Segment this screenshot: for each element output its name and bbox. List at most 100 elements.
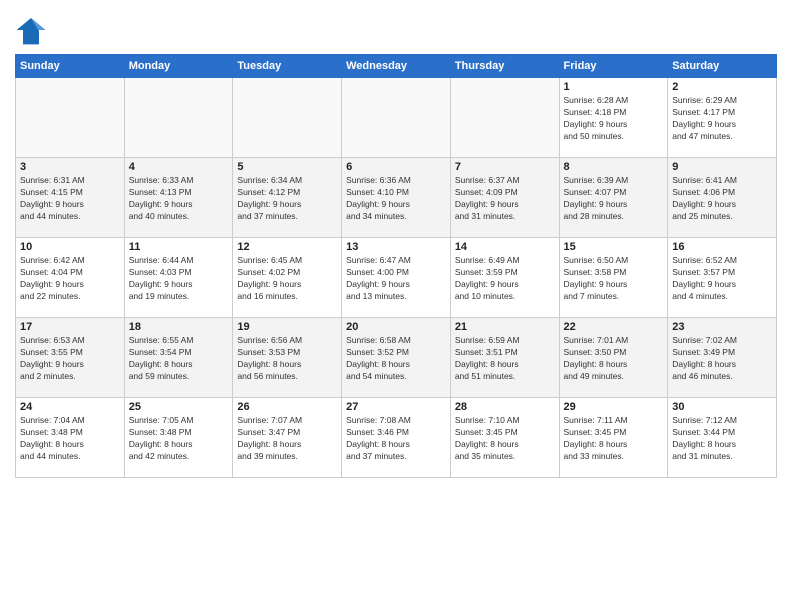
day-cell: 19 Sunrise: 6:56 AM Sunset: 3:53 PM Dayli… (233, 318, 342, 398)
day-number: 13 (346, 241, 446, 253)
week-row-3: 10 Sunrise: 6:42 AM Sunset: 4:04 PM Dayli… (16, 238, 777, 318)
day-info: Sunrise: 6:45 AM Sunset: 4:02 PM Dayligh… (237, 255, 337, 303)
day-cell: 30 Sunrise: 7:12 AM Sunset: 3:44 PM Dayli… (668, 398, 777, 478)
day-number: 19 (237, 321, 337, 333)
day-info: Sunrise: 6:42 AM Sunset: 4:04 PM Dayligh… (20, 255, 120, 303)
day-info: Sunrise: 7:07 AM Sunset: 3:47 PM Dayligh… (237, 415, 337, 463)
day-number: 10 (20, 241, 120, 253)
day-cell: 29 Sunrise: 7:11 AM Sunset: 3:45 PM Dayli… (559, 398, 668, 478)
day-number: 4 (129, 161, 229, 173)
day-cell: 16 Sunrise: 6:52 AM Sunset: 3:57 PM Dayli… (668, 238, 777, 318)
day-info: Sunrise: 6:39 AM Sunset: 4:07 PM Dayligh… (564, 175, 664, 223)
day-number: 15 (564, 241, 664, 253)
day-cell (124, 78, 233, 158)
day-cell: 14 Sunrise: 6:49 AM Sunset: 3:59 PM Dayli… (450, 238, 559, 318)
day-cell: 11 Sunrise: 6:44 AM Sunset: 4:03 PM Dayli… (124, 238, 233, 318)
day-cell: 12 Sunrise: 6:45 AM Sunset: 4:02 PM Dayli… (233, 238, 342, 318)
day-number: 27 (346, 401, 446, 413)
week-row-5: 24 Sunrise: 7:04 AM Sunset: 3:48 PM Dayli… (16, 398, 777, 478)
day-info: Sunrise: 7:11 AM Sunset: 3:45 PM Dayligh… (564, 415, 664, 463)
day-cell: 6Sunrise: 6:36 AM Sunset: 4:10 PM Daylig… (342, 158, 451, 238)
day-cell: 7Sunrise: 6:37 AM Sunset: 4:09 PM Daylig… (450, 158, 559, 238)
day-info: Sunrise: 7:04 AM Sunset: 3:48 PM Dayligh… (20, 415, 120, 463)
day-info: Sunrise: 7:10 AM Sunset: 3:45 PM Dayligh… (455, 415, 555, 463)
day-number: 26 (237, 401, 337, 413)
day-number: 23 (672, 321, 772, 333)
weekday-header-wednesday: Wednesday (342, 55, 451, 78)
day-info: Sunrise: 6:47 AM Sunset: 4:00 PM Dayligh… (346, 255, 446, 303)
day-info: Sunrise: 7:01 AM Sunset: 3:50 PM Dayligh… (564, 335, 664, 383)
day-info: Sunrise: 6:56 AM Sunset: 3:53 PM Dayligh… (237, 335, 337, 383)
day-cell: 25 Sunrise: 7:05 AM Sunset: 3:48 PM Dayli… (124, 398, 233, 478)
day-cell: 23 Sunrise: 7:02 AM Sunset: 3:49 PM Dayli… (668, 318, 777, 398)
day-cell (16, 78, 125, 158)
day-number: 28 (455, 401, 555, 413)
day-number: 8 (564, 161, 664, 173)
logo (15, 14, 51, 46)
day-number: 16 (672, 241, 772, 253)
day-number: 29 (564, 401, 664, 413)
day-cell: 17 Sunrise: 6:53 AM Sunset: 3:55 PM Dayli… (16, 318, 125, 398)
day-cell (342, 78, 451, 158)
day-number: 5 (237, 161, 337, 173)
weekday-header-saturday: Saturday (668, 55, 777, 78)
weekday-header-thursday: Thursday (450, 55, 559, 78)
day-cell: 18Sunrise: 6:55 AM Sunset: 3:54 PM Dayli… (124, 318, 233, 398)
weekday-header-row: SundayMondayTuesdayWednesdayThursdayFrid… (16, 55, 777, 78)
day-cell: 24 Sunrise: 7:04 AM Sunset: 3:48 PM Dayli… (16, 398, 125, 478)
day-cell: 13 Sunrise: 6:47 AM Sunset: 4:00 PM Dayli… (342, 238, 451, 318)
day-info: Sunrise: 6:36 AM Sunset: 4:10 PM Dayligh… (346, 175, 446, 223)
day-number: 17 (20, 321, 120, 333)
day-cell: 2 Sunrise: 6:29 AM Sunset: 4:17 PM Daylig… (668, 78, 777, 158)
day-cell: 22 Sunrise: 7:01 AM Sunset: 3:50 PM Dayli… (559, 318, 668, 398)
day-number: 25 (129, 401, 229, 413)
day-info: Sunrise: 6:44 AM Sunset: 4:03 PM Dayligh… (129, 255, 229, 303)
day-number: 11 (129, 241, 229, 253)
day-info: Sunrise: 6:58 AM Sunset: 3:52 PM Dayligh… (346, 335, 446, 383)
day-info: Sunrise: 6:50 AM Sunset: 3:58 PM Dayligh… (564, 255, 664, 303)
logo-icon (15, 14, 47, 46)
day-info: Sunrise: 6:29 AM Sunset: 4:17 PM Dayligh… (672, 95, 772, 143)
weekday-header-tuesday: Tuesday (233, 55, 342, 78)
calendar-table: SundayMondayTuesdayWednesdayThursdayFrid… (15, 54, 777, 478)
day-info: Sunrise: 7:05 AM Sunset: 3:48 PM Dayligh… (129, 415, 229, 463)
day-number: 24 (20, 401, 120, 413)
day-number: 22 (564, 321, 664, 333)
day-number: 30 (672, 401, 772, 413)
day-number: 9 (672, 161, 772, 173)
day-info: Sunrise: 6:41 AM Sunset: 4:06 PM Dayligh… (672, 175, 772, 223)
weekday-header-friday: Friday (559, 55, 668, 78)
day-info: Sunrise: 6:28 AM Sunset: 4:18 PM Dayligh… (564, 95, 664, 143)
day-info: Sunrise: 7:02 AM Sunset: 3:49 PM Dayligh… (672, 335, 772, 383)
day-number: 7 (455, 161, 555, 173)
day-cell: 26 Sunrise: 7:07 AM Sunset: 3:47 PM Dayli… (233, 398, 342, 478)
day-info: Sunrise: 6:52 AM Sunset: 3:57 PM Dayligh… (672, 255, 772, 303)
day-cell (233, 78, 342, 158)
day-number: 14 (455, 241, 555, 253)
day-info: Sunrise: 6:49 AM Sunset: 3:59 PM Dayligh… (455, 255, 555, 303)
day-cell: 3Sunrise: 6:31 AM Sunset: 4:15 PM Daylig… (16, 158, 125, 238)
day-number: 12 (237, 241, 337, 253)
day-number: 3 (20, 161, 120, 173)
day-cell: 21Sunrise: 6:59 AM Sunset: 3:51 PM Dayli… (450, 318, 559, 398)
day-info: Sunrise: 7:08 AM Sunset: 3:46 PM Dayligh… (346, 415, 446, 463)
day-info: Sunrise: 7:12 AM Sunset: 3:44 PM Dayligh… (672, 415, 772, 463)
day-cell: 10 Sunrise: 6:42 AM Sunset: 4:04 PM Dayli… (16, 238, 125, 318)
week-row-1: 1 Sunrise: 6:28 AM Sunset: 4:18 PM Daylig… (16, 78, 777, 158)
day-cell: 4 Sunrise: 6:33 AM Sunset: 4:13 PM Daylig… (124, 158, 233, 238)
page-container: SundayMondayTuesdayWednesdayThursdayFrid… (0, 0, 792, 488)
header (15, 10, 777, 46)
weekday-header-monday: Monday (124, 55, 233, 78)
day-info: Sunrise: 6:34 AM Sunset: 4:12 PM Dayligh… (237, 175, 337, 223)
day-cell: 28 Sunrise: 7:10 AM Sunset: 3:45 PM Dayli… (450, 398, 559, 478)
day-cell: 27 Sunrise: 7:08 AM Sunset: 3:46 PM Dayli… (342, 398, 451, 478)
day-number: 1 (564, 81, 664, 93)
day-number: 20 (346, 321, 446, 333)
day-number: 2 (672, 81, 772, 93)
weekday-header-sunday: Sunday (16, 55, 125, 78)
day-info: Sunrise: 6:53 AM Sunset: 3:55 PM Dayligh… (20, 335, 120, 383)
day-info: Sunrise: 6:33 AM Sunset: 4:13 PM Dayligh… (129, 175, 229, 223)
day-info: Sunrise: 6:55 AM Sunset: 3:54 PM Dayligh… (129, 335, 229, 383)
day-cell: 15 Sunrise: 6:50 AM Sunset: 3:58 PM Dayli… (559, 238, 668, 318)
week-row-2: 3Sunrise: 6:31 AM Sunset: 4:15 PM Daylig… (16, 158, 777, 238)
